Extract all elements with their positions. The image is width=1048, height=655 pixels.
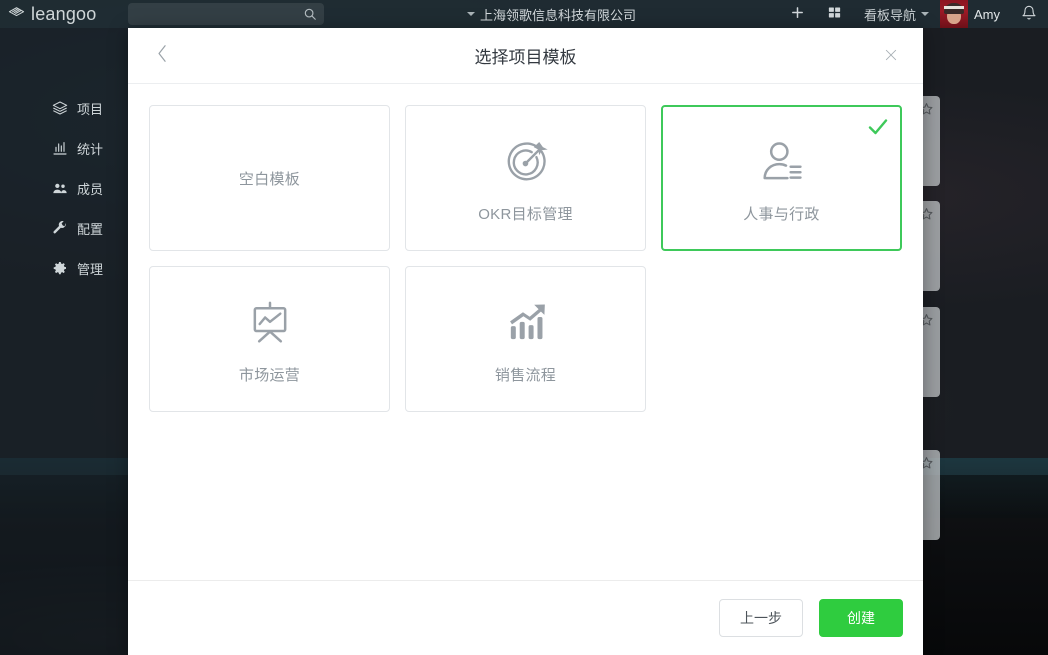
template-label: 销售流程	[494, 366, 557, 384]
dialog-header: 选择项目模板	[128, 28, 923, 84]
template-label: OKR目标管理	[478, 205, 573, 223]
select-project-template-dialog: 选择项目模板 空白模板 OKR目标管理 人事与行政 市场运营 销售流程 上一步 …	[128, 28, 923, 655]
close-icon	[884, 47, 898, 66]
sidebar-item-label: 管理	[77, 261, 104, 277]
top-header-bar: leangoo 上海领歌信息科技有限公司 看板导航 Amy	[0, 0, 1048, 28]
target-arrow-icon	[500, 133, 552, 189]
app-logo[interactable]: leangoo	[0, 5, 128, 23]
dialog-footer: 上一步 创建	[128, 580, 923, 655]
sidebar-item-label: 统计	[77, 141, 104, 157]
bell-icon	[1021, 5, 1037, 24]
sidebar-item-config[interactable]: 配置	[0, 208, 128, 248]
sidebar-item-label: 成员	[77, 181, 104, 197]
organization-name: 上海领歌信息科技有限公司	[479, 7, 636, 23]
search-icon[interactable]	[303, 7, 317, 24]
wrench-icon	[52, 220, 68, 236]
previous-step-button[interactable]: 上一步	[719, 599, 803, 637]
layers-icon	[52, 100, 68, 116]
chevron-left-icon	[156, 44, 169, 68]
sidebar-item-stats[interactable]: 统计	[0, 128, 128, 168]
dialog-title: 选择项目模板	[474, 48, 577, 67]
gear-icon	[52, 260, 68, 276]
avatar	[940, 0, 968, 28]
user-menu[interactable]: Amy	[940, 0, 1010, 28]
template-label: 空白模板	[238, 170, 301, 188]
template-label: 人事与行政	[743, 205, 820, 223]
sidebar-item-projects[interactable]: 项目	[0, 88, 128, 128]
template-label: 市场运营	[238, 366, 301, 384]
left-sidebar: 项目 统计 成员 配置 管理	[0, 28, 128, 655]
caret-down-icon	[466, 12, 475, 16]
bar-chart-icon	[52, 140, 68, 156]
users-icon	[52, 180, 68, 196]
search-input[interactable]	[136, 7, 316, 21]
boards-grid-button[interactable]	[816, 0, 853, 28]
check-icon	[866, 115, 890, 144]
user-name: Amy	[974, 6, 1000, 22]
logo-text: leangoo	[31, 4, 97, 24]
template-grid: 空白模板 OKR目标管理 人事与行政 市场运营 销售流程	[149, 105, 902, 412]
person-list-icon	[756, 133, 808, 189]
board-navigation-menu[interactable]: 看板导航	[853, 0, 940, 28]
template-card-okr[interactable]: OKR目标管理	[405, 105, 646, 251]
dialog-body: 空白模板 OKR目标管理 人事与行政 市场运营 销售流程	[128, 84, 923, 580]
layers-logo-icon	[8, 6, 25, 23]
search-box[interactable]	[128, 3, 324, 25]
presentation-chart-icon	[244, 294, 296, 350]
sidebar-item-manage[interactable]: 管理	[0, 248, 128, 288]
sidebar-item-label: 项目	[77, 101, 104, 117]
notifications-button[interactable]	[1010, 0, 1048, 28]
growth-arrow-icon	[500, 294, 552, 350]
caret-down-icon	[921, 12, 929, 16]
sidebar-item-members[interactable]: 成员	[0, 168, 128, 208]
organization-selector[interactable]: 上海领歌信息科技有限公司	[324, 5, 779, 24]
template-card-marketing[interactable]: 市场运营	[149, 266, 390, 412]
grid-icon	[827, 5, 842, 23]
sidebar-item-label: 配置	[77, 221, 104, 237]
board-navigation-label: 看板导航	[863, 7, 916, 23]
template-card-blank[interactable]: 空白模板	[149, 105, 390, 251]
back-button[interactable]	[144, 28, 180, 84]
template-card-sales[interactable]: 销售流程	[405, 266, 646, 412]
add-button[interactable]	[779, 0, 816, 28]
close-button[interactable]	[873, 28, 909, 84]
plus-icon	[790, 5, 805, 23]
create-button[interactable]: 创建	[819, 599, 903, 637]
template-card-hr[interactable]: 人事与行政	[661, 105, 902, 251]
